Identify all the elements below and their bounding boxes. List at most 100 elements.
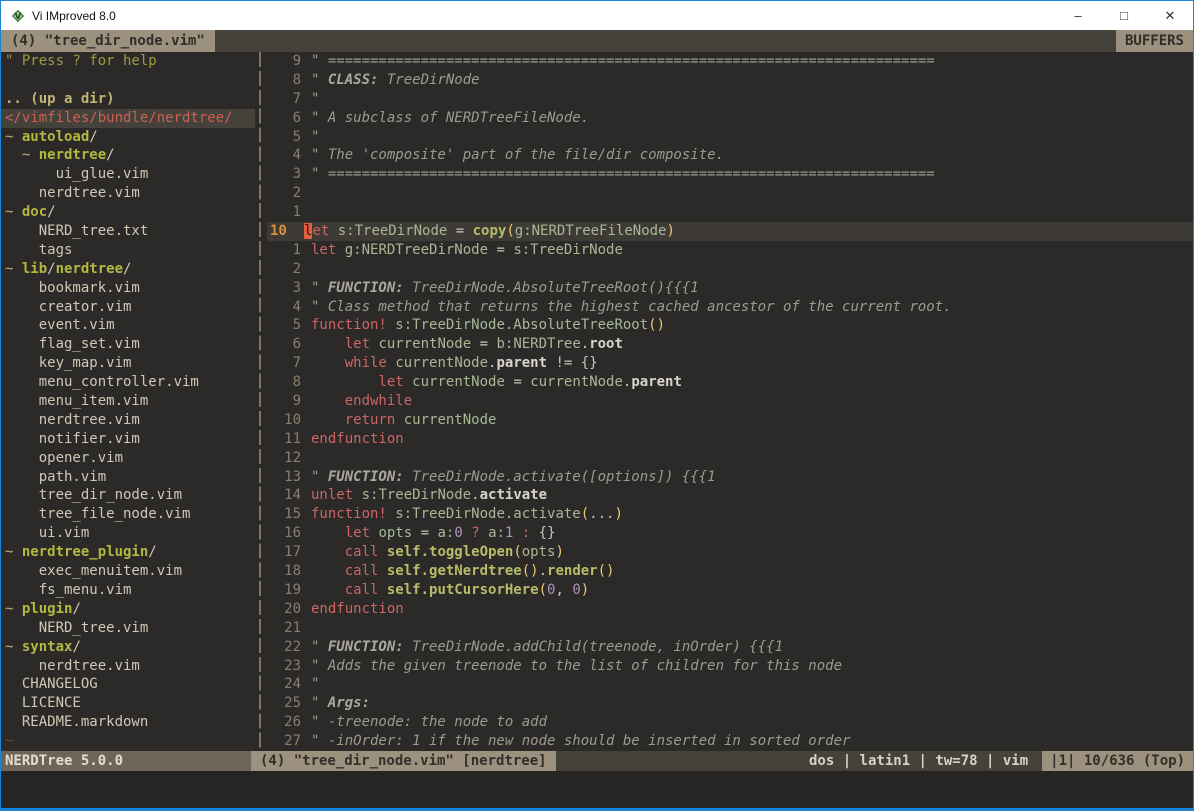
tree-item-flag-set-vim[interactable]: flag_set.vim (5, 335, 255, 354)
code-line[interactable]: 2 (267, 184, 1193, 203)
code-line[interactable]: 10 return currentNode (267, 411, 1193, 430)
code-line[interactable]: 7 while currentNode.parent != {} (267, 354, 1193, 373)
svg-text:V: V (15, 12, 22, 22)
tree-item-lib-nerdtree[interactable]: ~ lib/nerdtree/ (5, 260, 255, 279)
code-line[interactable]: 22" FUNCTION: TreeDirNode.addChild(treen… (267, 638, 1193, 657)
code-line[interactable]: 3" =====================================… (267, 165, 1193, 184)
code-text: " ======================================… (311, 52, 1193, 71)
maximize-button[interactable]: □ (1101, 1, 1147, 30)
statusline-nerdtree: NERDTree 5.0.0 (1, 751, 251, 771)
tree-item-menu-item-vim[interactable]: menu_item.vim (5, 392, 255, 411)
code-line[interactable]: 2 (267, 260, 1193, 279)
tree-item-key-map-vim[interactable]: key_map.vim (5, 354, 255, 373)
code-line[interactable]: 19 call self.putCursorHere(0, 0) (267, 581, 1193, 600)
tree-item-exec-menuitem-vim[interactable]: exec_menuitem.vim (5, 562, 255, 581)
tree-item-nerdtree-vim[interactable]: nerdtree.vim (5, 411, 255, 430)
tree-item-notifier-vim[interactable]: notifier.vim (5, 430, 255, 449)
code-line[interactable]: 5" (267, 128, 1193, 147)
code-text (311, 203, 1193, 222)
code-line[interactable]: 9 endwhile (267, 392, 1193, 411)
code-line[interactable]: 9" =====================================… (267, 52, 1193, 71)
tree-item-path-vim[interactable]: path.vim (5, 468, 255, 487)
tree-item-event-vim[interactable]: event.vim (5, 316, 255, 335)
minimize-button[interactable]: – (1055, 1, 1101, 30)
command-line[interactable] (1, 771, 1193, 808)
tree-item-nerdtree-vim[interactable]: nerdtree.vim (5, 657, 255, 676)
code-line[interactable]: 4" Class method that returns the highest… (267, 298, 1193, 317)
nerdtree-root-path[interactable]: </vimfiles/bundle/nerdtree/ (5, 109, 255, 128)
code-line[interactable]: 27" -inOrder: 1 if the new node should b… (267, 732, 1193, 751)
tree-item-nerdtree-vim[interactable]: nerdtree.vim (5, 184, 255, 203)
code-line[interactable]: 21 (267, 619, 1193, 638)
editor-pane[interactable]: 9" =====================================… (267, 52, 1193, 751)
code-line[interactable]: 4" The 'composite' part of the file/dir … (267, 146, 1193, 165)
code-text: endfunction (311, 600, 1193, 619)
code-line[interactable]: 26" -treenode: the node to add (267, 713, 1193, 732)
code-line[interactable]: 1let g:NERDTreeDirNode = s:TreeDirNode (267, 241, 1193, 260)
code-text: " Args: (311, 694, 1193, 713)
line-number: 24 (267, 675, 311, 694)
code-line[interactable]: 12 (267, 449, 1193, 468)
code-line[interactable]: 24" (267, 675, 1193, 694)
tree-item-autoload[interactable]: ~ autoload/ (5, 128, 255, 147)
window-title: Vi IMproved 8.0 (32, 9, 116, 23)
line-number: 19 (267, 581, 311, 600)
line-number: 4 (267, 146, 311, 165)
line-number: 10 (267, 411, 311, 430)
tree-item-ui-glue-vim[interactable]: ui_glue.vim (5, 165, 255, 184)
line-number: 11 (267, 430, 311, 449)
tree-item-opener-vim[interactable]: opener.vim (5, 449, 255, 468)
tree-item-fs-menu-vim[interactable]: fs_menu.vim (5, 581, 255, 600)
code-line-current[interactable]: 10let s:TreeDirNode = copy(g:NERDTreeFil… (267, 222, 1193, 241)
code-line[interactable]: 25" Args: (267, 694, 1193, 713)
tree-item-ui-vim[interactable]: ui.vim (5, 524, 255, 543)
code-line[interactable]: 8" CLASS: TreeDirNode (267, 71, 1193, 90)
tab-tree-dir-node[interactable]: (4) "tree_dir_node.vim" (1, 30, 215, 52)
code-line[interactable]: 16 let opts = a:0 ? a:1 : {} (267, 524, 1193, 543)
code-line[interactable]: 7" (267, 90, 1193, 109)
tree-item-doc[interactable]: ~ doc/ (5, 203, 255, 222)
code-line[interactable]: 14unlet s:TreeDirNode.activate (267, 486, 1193, 505)
code-line[interactable]: 6 let currentNode = b:NERDTree.root (267, 335, 1193, 354)
code-text: " The 'composite' part of the file/dir c… (311, 146, 1193, 165)
code-line[interactable]: 5function! s:TreeDirNode.AbsoluteTreeRoo… (267, 316, 1193, 335)
code-line[interactable]: 20endfunction (267, 600, 1193, 619)
code-text: endfunction (311, 430, 1193, 449)
tree-item-changelog[interactable]: CHANGELOG (5, 675, 255, 694)
split-separator[interactable] (255, 52, 267, 751)
code-text (311, 184, 1193, 203)
tree-item-tree-file-node-vim[interactable]: tree_file_node.vim (5, 505, 255, 524)
code-line[interactable]: 13" FUNCTION: TreeDirNode.activate([opti… (267, 468, 1193, 487)
line-number: 27 (267, 732, 311, 751)
tree-item-plugin[interactable]: ~ plugin/ (5, 600, 255, 619)
tree-item-creator-vim[interactable]: creator.vim (5, 298, 255, 317)
titlebar: V Vi IMproved 8.0 – □ ✕ (1, 1, 1193, 30)
line-number: 3 (267, 165, 311, 184)
tree-item-menu-controller-vim[interactable]: menu_controller.vim (5, 373, 255, 392)
tree-item-nerd-tree-txt[interactable]: NERD_tree.txt (5, 222, 255, 241)
tree-item-nerdtree[interactable]: ~ nerdtree/ (5, 146, 255, 165)
code-text: let opts = a:0 ? a:1 : {} (311, 524, 1193, 543)
tree-item-tags[interactable]: tags (5, 241, 255, 260)
tree-item-licence[interactable]: LICENCE (5, 694, 255, 713)
tree-item-tree-dir-node-vim[interactable]: tree_dir_node.vim (5, 486, 255, 505)
tree-item-syntax[interactable]: ~ syntax/ (5, 638, 255, 657)
code-line[interactable]: 6" A subclass of NERDTreeFileNode. (267, 109, 1193, 128)
code-line[interactable]: 1 (267, 203, 1193, 222)
code-line[interactable]: 15function! s:TreeDirNode.activate(...) (267, 505, 1193, 524)
code-line[interactable]: 11endfunction (267, 430, 1193, 449)
close-button[interactable]: ✕ (1147, 1, 1193, 30)
nerdtree-up-dir[interactable]: .. (up a dir) (5, 90, 255, 109)
code-text: " (311, 128, 1193, 147)
tree-item-nerdtree-plugin[interactable]: ~ nerdtree_plugin/ (5, 543, 255, 562)
tree-item-readme-markdown[interactable]: README.markdown (5, 713, 255, 732)
code-line[interactable]: 17 call self.toggleOpen(opts) (267, 543, 1193, 562)
line-number: 7 (267, 90, 311, 109)
tree-item-nerd-tree-vim[interactable]: NERD_tree.vim (5, 619, 255, 638)
code-line[interactable]: 23" Adds the given treenode to the list … (267, 657, 1193, 676)
code-line[interactable]: 8 let currentNode = currentNode.parent (267, 373, 1193, 392)
tree-item-bookmark-vim[interactable]: bookmark.vim (5, 279, 255, 298)
empty-line-marker: ~ (5, 732, 255, 751)
code-line[interactable]: 18 call self.getNerdtree().render() (267, 562, 1193, 581)
code-line[interactable]: 3" FUNCTION: TreeDirNode.AbsoluteTreeRoo… (267, 279, 1193, 298)
